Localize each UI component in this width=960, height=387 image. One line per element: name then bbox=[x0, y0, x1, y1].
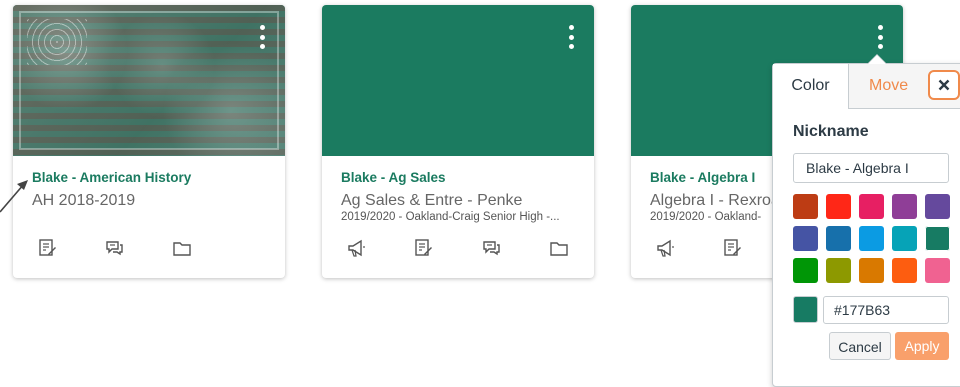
color-swatch[interactable] bbox=[925, 194, 950, 219]
popover-tabs: Color Move bbox=[773, 64, 960, 109]
course-card-term: 2019/2020 - Oakland-Craig Senior High -.… bbox=[341, 211, 560, 223]
nickname-label: Nickname bbox=[793, 123, 869, 140]
nickname-input[interactable] bbox=[793, 153, 949, 183]
close-icon bbox=[938, 79, 950, 91]
announcements-icon[interactable] bbox=[346, 238, 368, 260]
assignments-icon[interactable] bbox=[413, 238, 435, 260]
current-color-preview bbox=[793, 296, 818, 323]
apply-button[interactable]: Apply bbox=[895, 332, 949, 360]
color-swatch[interactable] bbox=[859, 226, 884, 251]
color-swatch[interactable] bbox=[826, 194, 851, 219]
tab-color[interactable]: Color bbox=[773, 64, 849, 109]
color-swatch[interactable] bbox=[892, 226, 917, 251]
assignments-icon[interactable] bbox=[37, 238, 59, 260]
color-swatch[interactable] bbox=[793, 194, 818, 219]
files-icon[interactable] bbox=[172, 238, 194, 260]
close-button[interactable] bbox=[928, 70, 960, 100]
course-card-hero[interactable] bbox=[13, 5, 285, 156]
color-swatch[interactable] bbox=[793, 258, 818, 283]
hex-color-input[interactable] bbox=[823, 296, 949, 324]
course-image bbox=[13, 5, 285, 156]
tab-move[interactable]: Move bbox=[869, 64, 908, 108]
discussions-icon[interactable] bbox=[481, 238, 503, 260]
course-card-title[interactable]: Blake - Algebra I bbox=[650, 170, 755, 185]
card-options-menu-icon[interactable] bbox=[877, 25, 883, 49]
cancel-button[interactable]: Cancel bbox=[829, 332, 891, 360]
files-icon[interactable] bbox=[549, 238, 571, 260]
course-card-subtitle: Ag Sales & Entre - Penke bbox=[341, 192, 523, 209]
color-swatch[interactable] bbox=[826, 226, 851, 251]
color-swatch[interactable] bbox=[859, 258, 884, 283]
card-color-popover: Color Move Nickname Cancel Apply bbox=[772, 54, 960, 387]
course-card-ag-sales[interactable]: Blake - Ag Sales Ag Sales & Entre - Penk… bbox=[322, 5, 594, 278]
color-swatch[interactable] bbox=[892, 194, 917, 219]
course-card-hero[interactable] bbox=[322, 5, 594, 156]
announcements-icon[interactable] bbox=[655, 238, 677, 260]
course-card-american-history[interactable]: Blake - American History AH 2018-2019 bbox=[13, 5, 285, 278]
course-card-title[interactable]: Blake - Ag Sales bbox=[341, 170, 446, 185]
card-options-menu-icon[interactable] bbox=[259, 25, 265, 49]
course-card-subtitle: Algebra I - Rexroa bbox=[650, 192, 780, 209]
discussions-icon[interactable] bbox=[104, 238, 126, 260]
assignments-icon[interactable] bbox=[722, 238, 744, 260]
color-swatch[interactable] bbox=[826, 258, 851, 283]
color-swatch[interactable] bbox=[793, 226, 818, 251]
card-options-menu-icon[interactable] bbox=[568, 25, 574, 49]
course-card-subtitle: AH 2018-2019 bbox=[32, 192, 136, 209]
color-swatch[interactable] bbox=[859, 194, 884, 219]
annotation-arrow-left bbox=[0, 180, 28, 213]
color-swatch[interactable] bbox=[925, 226, 950, 251]
color-swatch[interactable] bbox=[892, 258, 917, 283]
color-swatch[interactable] bbox=[925, 258, 950, 283]
image-frame bbox=[19, 11, 279, 150]
course-card-title[interactable]: Blake - American History bbox=[32, 170, 191, 185]
